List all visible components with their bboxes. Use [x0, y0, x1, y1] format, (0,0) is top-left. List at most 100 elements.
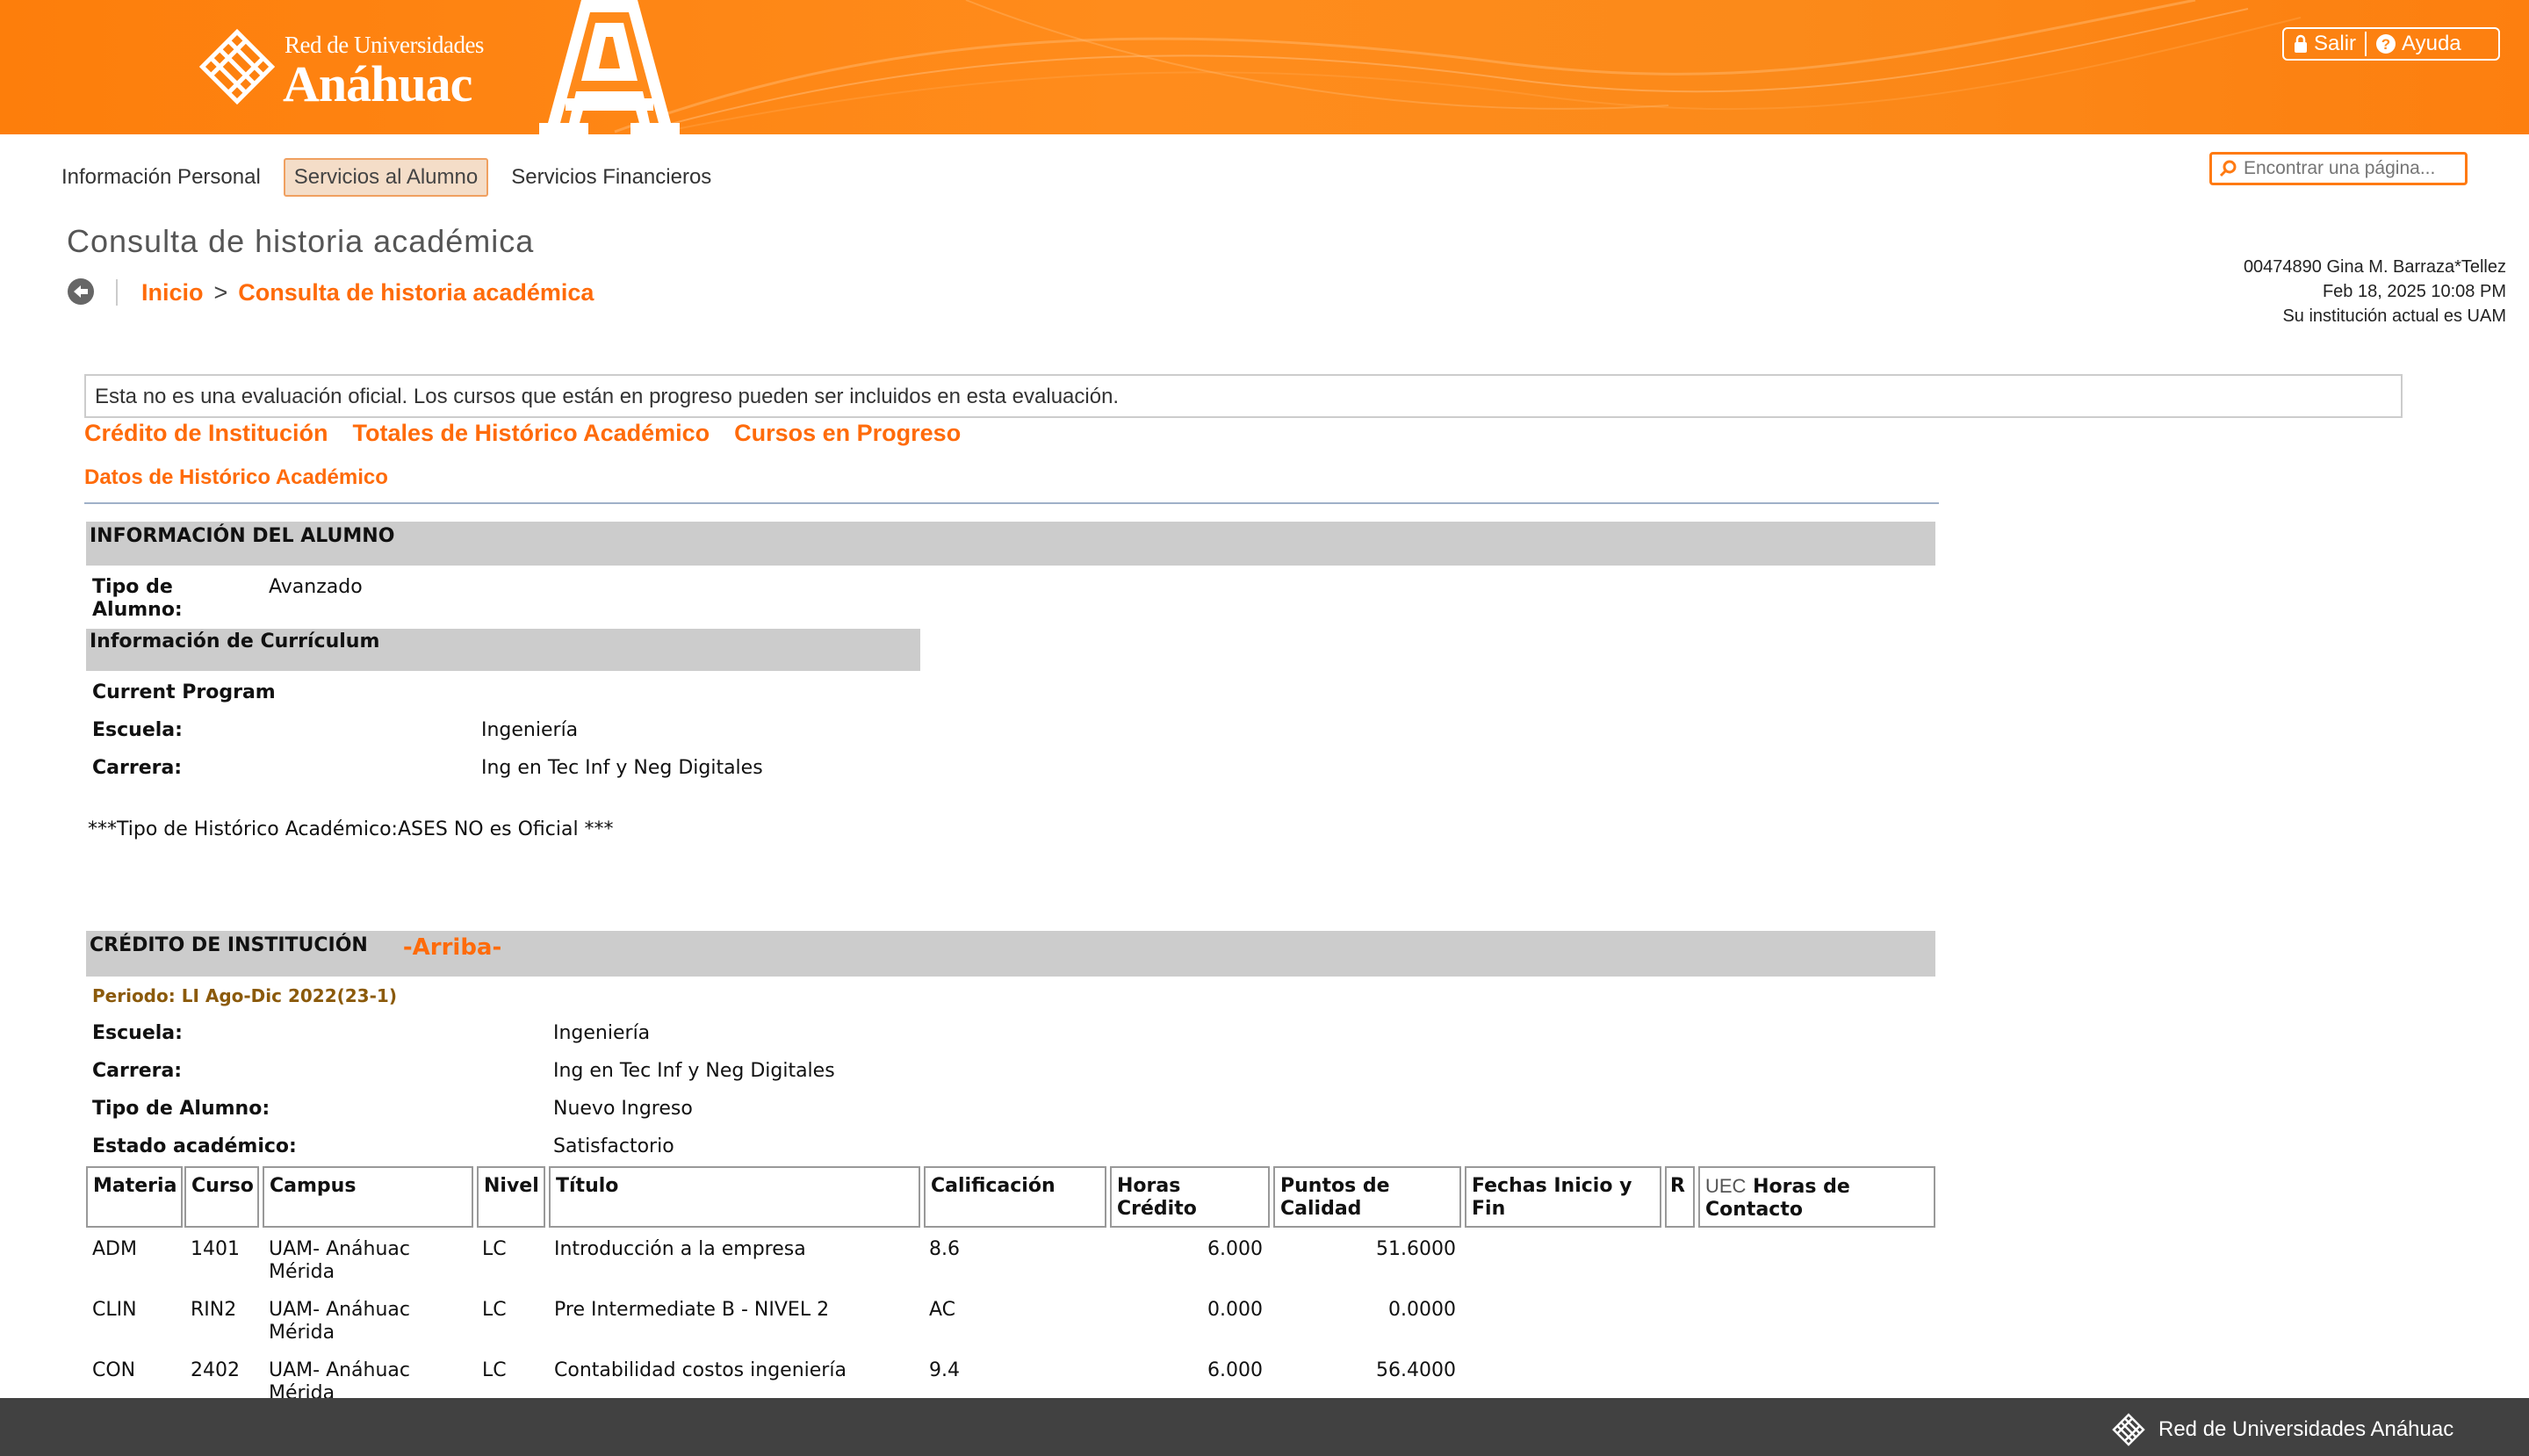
logo-title: Anáhuac: [283, 55, 472, 112]
tipo-alumno-value: Avanzado: [269, 576, 363, 598]
breadcrumb-divider: [116, 279, 118, 306]
credit-tipo-alumno-value: Nuevo Ingreso: [553, 1098, 693, 1120]
row2-calificacion: AC: [929, 1299, 956, 1321]
col-header-fechas-line1: Fechas Inicio y: [1472, 1175, 1632, 1197]
anahuac-footer-icon: [2112, 1413, 2145, 1446]
col-header-r: R: [1665, 1166, 1695, 1228]
row1-nivel: LC: [482, 1238, 507, 1260]
col-header-materia: Materia: [86, 1166, 183, 1228]
logout-button[interactable]: Salir: [2284, 29, 2365, 59]
credit-heading: CRÉDITO DE INSTITUCIÓN: [90, 934, 368, 956]
tipo-alumno-label-line1: Tipo de: [92, 576, 173, 598]
footer-text: Red de Universidades Anáhuac: [2158, 1417, 2454, 1441]
escuela-label: Escuela:: [92, 719, 183, 741]
link-credito-institucion[interactable]: Crédito de Institución: [84, 420, 328, 447]
col-header-puntos-line1: Puntos de: [1280, 1175, 1390, 1197]
col-header-horas-contacto-text1: Horas de: [1753, 1176, 1850, 1198]
breadcrumb-separator: >: [213, 279, 228, 306]
row2-nivel: LC: [482, 1299, 507, 1321]
top-header: Red de Universidades Anáhuac Salir ? Ayu…: [0, 0, 2529, 134]
col-header-titulo: Título: [549, 1166, 920, 1228]
row3-horas-credito: 6.000: [1207, 1359, 1263, 1381]
section-links: Crédito de Institución Totales de Histór…: [84, 420, 961, 447]
page-search[interactable]: [2209, 152, 2468, 185]
row2-campus-line1: UAM- Anáhuac: [269, 1299, 411, 1321]
tipo-historico-note: ***Tipo de Histórico Académico:ASES NO e…: [88, 818, 614, 840]
nav-item-informacion-personal[interactable]: Información Personal: [53, 160, 270, 195]
row1-campus: UAM- Anáhuac Mérida: [269, 1238, 410, 1284]
col-header-puntos-line2: Calidad: [1280, 1198, 1362, 1220]
arriba-link[interactable]: -Arriba-: [403, 934, 501, 961]
escuela-value: Ingeniería: [481, 719, 579, 741]
credit-carrera-label: Carrera:: [92, 1060, 183, 1082]
row1-horas-credito: 6.000: [1207, 1238, 1263, 1260]
row2-puntos: 0.0000: [1388, 1299, 1456, 1321]
col-header-uec: UEC: [1705, 1175, 1747, 1197]
anahuac-logo-icon: [198, 28, 276, 105]
row2-campus-line2: Mérida: [269, 1322, 335, 1344]
notice-box: Esta no es una evaluación oficial. Los c…: [84, 374, 2403, 418]
row3-materia: CON: [92, 1359, 136, 1381]
row2-curso: RIN2: [191, 1299, 237, 1321]
section-rule: [84, 502, 1939, 504]
curriculum-heading: Información de Currículum: [86, 629, 920, 671]
breadcrumb-current-link[interactable]: Consulta de historia académica: [238, 279, 594, 306]
row1-titulo: Introducción a la empresa: [554, 1238, 806, 1260]
nav-item-servicios-alumno[interactable]: Servicios al Alumno: [283, 158, 489, 197]
current-program-label: Current Program: [92, 681, 276, 703]
col-header-puntos-calidad: Puntos de Calidad: [1273, 1166, 1461, 1228]
row1-campus-line2: Mérida: [269, 1261, 335, 1283]
col-header-fechas: Fechas Inicio y Fin: [1465, 1166, 1661, 1228]
credit-heading-band: CRÉDITO DE INSTITUCIÓN -Arriba-: [86, 931, 1935, 977]
back-arrow-icon[interactable]: [67, 278, 95, 306]
anahuac-logo[interactable]: Red de Universidades Anáhuac: [195, 25, 484, 112]
footer-bar: Red de Universidades Anáhuac: [0, 1398, 2529, 1456]
credit-carrera-value: Ing en Tec Inf y Neg Digitales: [553, 1060, 835, 1082]
col-header-horas-credito: Horas Crédito: [1110, 1166, 1270, 1228]
col-header-horas-contacto: UEC Horas de Contacto: [1698, 1166, 1935, 1228]
row3-nivel: LC: [482, 1359, 507, 1381]
credit-tipo-alumno-label: Tipo de Alumno:: [92, 1098, 270, 1120]
datos-historico-label: Datos de Histórico Académico: [84, 465, 388, 489]
user-id-name: 00474890 Gina M. Barraza*Tellez: [2243, 257, 2506, 277]
help-label: Ayuda: [2402, 32, 2461, 55]
row1-materia: ADM: [92, 1238, 137, 1260]
link-totales-historico[interactable]: Totales de Histórico Académico: [353, 420, 710, 447]
help-button[interactable]: ? Ayuda: [2367, 29, 2470, 59]
credit-escuela-label: Escuela:: [92, 1022, 183, 1044]
credit-estado-value: Satisfactorio: [553, 1135, 674, 1157]
row3-puntos: 56.4000: [1376, 1359, 1456, 1381]
nav-item-servicios-financieros[interactable]: Servicios Financieros: [502, 160, 720, 195]
link-cursos-progreso[interactable]: Cursos en Progreso: [734, 420, 961, 447]
row1-puntos: 51.6000: [1376, 1238, 1456, 1260]
row2-titulo: Pre Intermediate B - NIVEL 2: [554, 1299, 830, 1321]
credit-escuela-value: Ingeniería: [553, 1022, 651, 1044]
student-info-heading: INFORMACIÓN DEL ALUMNO: [86, 522, 1935, 566]
col-header-horas-contacto-line2: Contacto: [1705, 1199, 1803, 1221]
lock-icon: [2295, 34, 2307, 53]
carrera-value: Ing en Tec Inf y Neg Digitales: [481, 757, 763, 779]
footer-logo[interactable]: Red de Universidades Anáhuac: [2111, 1412, 2453, 1447]
user-institution: Su institución actual es UAM: [2282, 306, 2506, 326]
breadcrumb-home-link[interactable]: Inicio: [141, 279, 204, 306]
tipo-alumno-label-line2: Alumno:: [92, 599, 183, 621]
user-info: 00474890 Gina M. Barraza*Tellez Feb 18, …: [2244, 255, 2506, 328]
col-header-nivel: Nivel: [477, 1166, 545, 1228]
tipo-alumno-label: Tipo de Alumno:: [92, 576, 183, 622]
credit-estado-label: Estado académico:: [92, 1135, 297, 1157]
row2-campus: UAM- Anáhuac Mérida: [269, 1299, 410, 1344]
col-header-horas-contacto-line1: UEC Horas de: [1705, 1175, 1928, 1199]
col-header-campus: Campus: [263, 1166, 473, 1228]
help-icon: ?: [2376, 34, 2396, 54]
search-input[interactable]: [2242, 157, 2456, 180]
row3-campus-line1: UAM- Anáhuac: [269, 1359, 411, 1381]
col-header-fechas-line2: Fin: [1472, 1198, 1506, 1220]
row1-campus-line1: UAM- Anáhuac: [269, 1238, 411, 1260]
period-label: Periodo: LI Ago-Dic 2022(23-1): [92, 985, 397, 1006]
row1-calificacion: 8.6: [929, 1238, 960, 1260]
search-icon: [2219, 160, 2237, 177]
row3-curso: 2402: [191, 1359, 240, 1381]
carrera-label: Carrera:: [92, 757, 183, 779]
main-nav: Información Personal Servicios al Alumno…: [53, 158, 734, 197]
svg-text:?: ?: [2381, 36, 2390, 53]
